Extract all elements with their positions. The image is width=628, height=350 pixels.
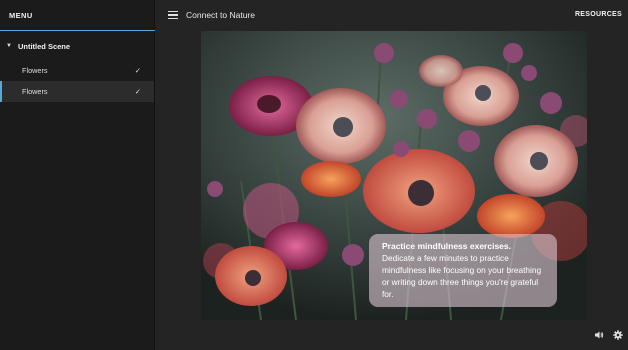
gear-icon[interactable] — [613, 330, 623, 340]
check-icon: ✓ — [134, 66, 141, 75]
sidebar-item-flowers-2[interactable]: Flowers ✓ — [0, 81, 154, 102]
menu-title: MENU — [9, 11, 33, 20]
sidebar-item-label: Flowers — [22, 87, 48, 96]
sidebar: MENU ▼ Untitled Scene Flowers ✓ Flowers … — [0, 0, 155, 350]
volume-icon[interactable] — [594, 330, 604, 340]
sidebar-item-flowers-1[interactable]: Flowers ✓ — [0, 60, 154, 81]
page-title: Connect to Nature — [186, 10, 255, 20]
caption-body: Dedicate a few minutes to practice mindf… — [382, 253, 542, 299]
sidebar-item-label: Flowers — [22, 66, 48, 75]
caret-down-icon: ▼ — [6, 43, 12, 49]
hamburger-icon[interactable] — [168, 11, 178, 19]
top-bar: Connect to Nature — [156, 0, 628, 30]
menu-header: MENU — [0, 0, 155, 31]
caption-card: Practice mindfulness exercises. Dedicate… — [369, 234, 557, 307]
caption-heading: Practice mindfulness exercises. — [382, 241, 511, 251]
player-controls — [594, 330, 623, 340]
resources-button[interactable]: RESOURCES — [575, 11, 622, 18]
flower-image: Practice mindfulness exercises. Dedicate… — [201, 31, 587, 320]
scene-node[interactable]: ▼ Untitled Scene — [0, 32, 154, 60]
menu-underline — [0, 29, 155, 31]
scene-label: Untitled Scene — [17, 41, 71, 51]
check-icon: ✓ — [134, 87, 141, 96]
